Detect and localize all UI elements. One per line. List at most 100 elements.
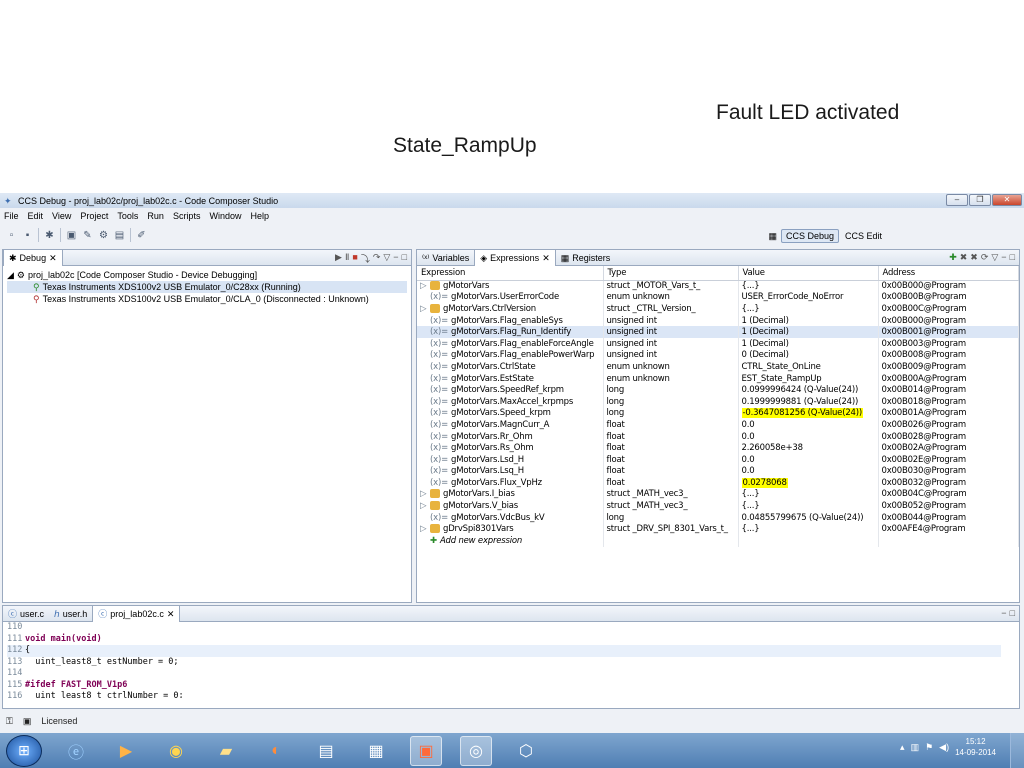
firefox-icon[interactable]: ◐ (260, 736, 292, 766)
chrome-icon[interactable]: ◉ (160, 736, 192, 766)
debug-icon[interactable]: ✱ (44, 230, 55, 241)
menu-view[interactable]: View (52, 211, 71, 221)
expression-row[interactable]: ▷ gMotorVars.V_bias struct _MATH_vec3_ {...… (417, 500, 1019, 512)
show-hidden-icon[interactable]: ▴ (900, 742, 905, 753)
media-player-icon[interactable]: ▶ (110, 736, 142, 766)
ccs-icon[interactable]: ◎ (460, 735, 492, 766)
expression-value[interactable]: 2.260058e+38 (742, 443, 804, 453)
expression-row[interactable]: (x)= gMotorVars.MaxAccel_krpmps long 0.1999… (417, 395, 1019, 408)
expression-row[interactable]: (x)= gMotorVars.Lsq_H float 0.0 0x00B030@Pro… (417, 465, 1019, 478)
connect-icon[interactable]: ✎ (82, 230, 93, 241)
maximize-view-icon[interactable]: □ (1010, 252, 1015, 263)
code-editor[interactable]: 110 111 void main(void) 112{113 uint_least8… (3, 622, 1001, 698)
expression-row[interactable]: (x)= gMotorVars.Flag_enablePowerWarp unsig… (417, 349, 1019, 362)
ccs-debug-perspective[interactable]: CCS Debug (780, 229, 839, 243)
menu-help[interactable]: Help (250, 211, 269, 221)
resume-icon[interactable]: ▶ (335, 252, 342, 265)
tab-registers[interactable]: ▦ Registers (556, 250, 616, 266)
open-perspective-icon[interactable]: ▦ (768, 231, 777, 242)
start-button[interactable]: ⊞ (6, 734, 42, 767)
project-node[interactable]: ◢ ⚙ proj_lab02c [Code Composer Studio - … (7, 269, 407, 281)
menu-scripts[interactable]: Scripts (173, 211, 201, 221)
expression-row[interactable]: (x)= gMotorVars.Flag_Run_Identify unsigned… (417, 326, 1019, 338)
expression-row[interactable]: ▷ gMotorVars struct _MOTOR_Vars_t_ {...} 0x0… (417, 280, 1019, 292)
expand-icon[interactable]: ▷ (420, 501, 430, 511)
remove-expression-icon[interactable]: ✖ (960, 252, 968, 263)
notepad-icon[interactable]: ▤ (310, 736, 342, 766)
volume-icon[interactable]: ◀) (939, 742, 949, 753)
expression-row[interactable]: ▷ gDrvSpi8301Vars struct _DRV_SPI_8301_Var… (417, 523, 1019, 536)
expression-row[interactable]: (x)= gMotorVars.Flux_VpHz float 0.0278068 0x… (417, 477, 1019, 489)
package-icon[interactable]: ⬡ (510, 736, 542, 766)
tab-debug[interactable]: ✱ Debug ✕ (3, 249, 63, 266)
expression-row[interactable]: (x)= gMotorVars.MagnCurr_A float 0.0 0x00B02… (417, 419, 1019, 431)
menu-project[interactable]: Project (80, 211, 108, 221)
menu-run[interactable]: Run (147, 211, 164, 221)
close-tab-icon[interactable]: ✕ (542, 250, 550, 266)
expression-value[interactable]: 0 (Decimal) (742, 350, 789, 360)
col-type[interactable]: Type (603, 266, 739, 281)
expression-row[interactable]: (x)= gMotorVars.Rs_Ohm float 2.260058e+38 0x… (417, 442, 1019, 454)
expression-row[interactable]: (x)= gMotorVars.CtrlState enum unknown CTRL… (417, 361, 1019, 373)
flash-icon[interactable]: ⚙ (98, 230, 109, 241)
expression-value[interactable]: EST_State_RampUp (742, 374, 822, 384)
network-icon[interactable]: ▥ (911, 742, 920, 753)
step-into-icon[interactable]: ⤵ (361, 252, 370, 265)
menu-edit[interactable]: Edit (28, 211, 44, 221)
expression-value[interactable]: 0.1999999881 (Q-Value(24)) (742, 397, 859, 407)
expand-icon[interactable]: ▷ (420, 304, 430, 314)
close-tab-icon[interactable]: ✕ (167, 606, 175, 622)
tab-expressions[interactable]: ◈ Expressions ✕ (474, 249, 556, 266)
collapse-icon[interactable]: ◢ (7, 269, 14, 281)
expression-row[interactable]: ▷ gMotorVars.I_bias struct _MATH_vec3_ {...… (417, 488, 1019, 501)
memory-icon[interactable]: ▤ (114, 230, 125, 241)
calculator-icon[interactable]: ▦ (360, 736, 392, 766)
close-button[interactable]: ✕ (992, 194, 1022, 206)
expression-row[interactable]: (x)= gMotorVars.EstState enum unknown EST_S… (417, 372, 1019, 385)
pin-icon[interactable]: ✐ (136, 230, 147, 241)
expression-value[interactable]: {...} (742, 524, 760, 534)
expression-value[interactable]: 0.0999996424 (Q-Value(24)) (742, 385, 859, 395)
minimize-view-icon[interactable]: − (1001, 252, 1006, 263)
expression-value[interactable]: 0.0278068 (741, 477, 788, 488)
expand-icon[interactable]: ▷ (420, 489, 430, 499)
expression-row[interactable]: (x)= gMotorVars.Lsd_H float 0.0 0x00B02E@Pro… (417, 453, 1019, 466)
expression-row[interactable]: (x)= gMotorVars.Rr_Ohm float 0.0 0x00B028@Pr… (417, 430, 1019, 443)
minimize-button[interactable]: – (946, 194, 968, 206)
expression-value[interactable]: 0.0 (742, 420, 755, 430)
menu-window[interactable]: Window (209, 211, 241, 221)
expression-value[interactable]: 0.04855799675 (Q-Value(24)) (742, 513, 864, 523)
expression-row[interactable]: ▷ gMotorVars.CtrlVersion struct _CTRL_Vers… (417, 303, 1019, 315)
expression-value[interactable]: CTRL_State_OnLine (742, 362, 821, 372)
save-icon[interactable]: ▪ (22, 230, 33, 241)
expression-row[interactable]: (x)= gMotorVars.Flag_enableSys unsigned in… (417, 314, 1019, 327)
suspend-icon[interactable]: Ⅱ (345, 252, 349, 265)
ie-icon[interactable]: ⓔ (60, 736, 92, 766)
explorer-icon[interactable]: ▰ (210, 736, 242, 766)
col-value[interactable]: Value (738, 266, 879, 281)
ccs-edit-perspective[interactable]: CCS Edit (843, 230, 884, 242)
view-menu-icon[interactable]: ▽ (383, 252, 390, 265)
maximize-view-icon[interactable]: □ (1010, 608, 1015, 618)
expression-value[interactable]: 0.0 (742, 432, 755, 442)
expression-row[interactable]: (x)= gMotorVars.Speed_krpm long -0.36470812… (417, 407, 1019, 420)
add-expression-row[interactable]: ✚ Add new expression (417, 535, 1019, 547)
terminate-icon[interactable]: ■ (352, 252, 357, 265)
minimize-view-icon[interactable]: − (393, 252, 398, 265)
expression-value[interactable]: -0.3647081256 (Q-Value(24)) (741, 408, 863, 419)
remove-all-icon[interactable]: ✖ (970, 252, 978, 263)
new-icon[interactable]: ▫ (6, 230, 17, 241)
tab-variables[interactable]: ⁽ˣ⁾ Variables (417, 250, 474, 266)
expression-value[interactable]: 1 (Decimal) (742, 316, 789, 326)
expression-value[interactable]: 0.0 (742, 466, 755, 476)
expression-row[interactable]: (x)= gMotorVars.UserErrorCode enum unknown… (417, 291, 1019, 304)
flag-icon[interactable]: ⚑ (925, 742, 933, 753)
minimize-view-icon[interactable]: − (1001, 608, 1006, 618)
add-expression-icon[interactable]: ✚ (949, 252, 957, 263)
refresh-icon[interactable]: ⟳ (981, 252, 989, 263)
emulator-cla-node[interactable]: ⚲ Texas Instruments XDS100v2 USB Emulato… (7, 293, 407, 305)
maximize-view-icon[interactable]: □ (402, 252, 407, 265)
maximize-button[interactable]: ❐ (969, 194, 991, 206)
show-desktop-button[interactable] (1010, 733, 1024, 768)
expression-value[interactable]: {...} (742, 489, 760, 499)
